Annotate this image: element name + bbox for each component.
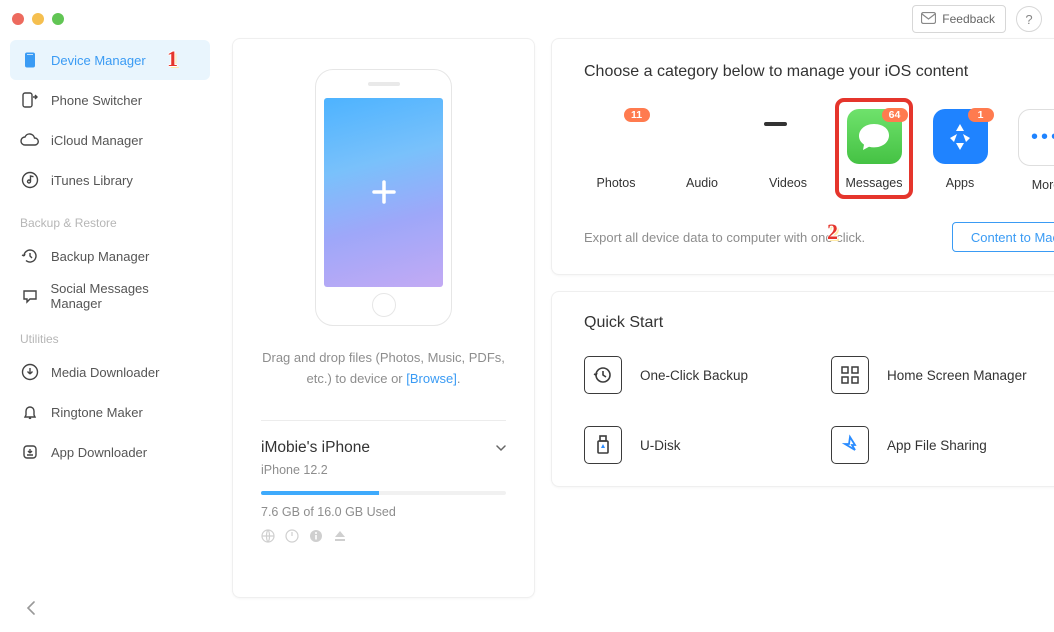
more-icon: •••: [1018, 109, 1054, 166]
feedback-label: Feedback: [942, 12, 995, 26]
sidebar-item-itunes[interactable]: iTunes Library: [10, 160, 210, 200]
callout-step-2: 2: [827, 219, 838, 245]
badge: 64: [882, 108, 908, 122]
quickstart-home-screen[interactable]: Home Screen Manager: [831, 356, 1054, 394]
sidebar-item-device-manager[interactable]: Device Manager 1: [10, 40, 210, 80]
app-body: Device Manager 1 Phone Switcher iCloud M…: [0, 38, 1054, 598]
category-apps[interactable]: 1 Apps: [928, 105, 992, 192]
help-button[interactable]: ?: [1016, 6, 1042, 32]
videos-icon: [761, 109, 816, 164]
audio-icon: [675, 109, 730, 164]
device-name: iMobie's iPhone: [261, 439, 370, 457]
usb-icon: [584, 426, 622, 464]
browse-link[interactable]: [Browse]: [406, 371, 457, 386]
storage-bar: [261, 491, 506, 496]
sidebar-section-backup: Backup & Restore: [10, 200, 210, 236]
close-window-button[interactable]: [12, 13, 24, 25]
category-photos[interactable]: 11 Photos: [584, 105, 648, 192]
share-icon: [831, 426, 869, 464]
add-content-button[interactable]: [324, 98, 443, 287]
sidebar-item-ringtone-maker[interactable]: Ringtone Maker: [10, 392, 210, 432]
sidebar-item-app-downloader[interactable]: App Downloader: [10, 432, 210, 472]
chat-icon: [20, 287, 40, 305]
zoom-window-button[interactable]: [52, 13, 64, 25]
apps-icon: 1: [933, 109, 988, 164]
divider: [261, 420, 506, 421]
content-to-mac-button[interactable]: Content to Mac: [952, 222, 1054, 252]
categories-grid: 11 Photos Audio Videos: [584, 105, 1054, 192]
sidebar-item-icloud[interactable]: iCloud Manager: [10, 120, 210, 160]
sidebar-item-media-downloader[interactable]: Media Downloader: [10, 352, 210, 392]
sidebar-label: Social Messages Manager: [51, 281, 200, 311]
quickstart-one-click-backup[interactable]: One-Click Backup: [584, 356, 831, 394]
sidebar-item-social-messages[interactable]: Social Messages Manager: [10, 276, 210, 316]
device-os: iPhone 12.2: [261, 463, 506, 477]
category-videos[interactable]: Videos: [756, 105, 820, 192]
info-icon: [309, 529, 323, 546]
switch-icon: [20, 91, 40, 109]
category-more[interactable]: ••• More: [1014, 105, 1054, 192]
history-icon: [20, 247, 40, 265]
sidebar-label: iTunes Library: [51, 173, 133, 188]
badge: 1: [968, 108, 994, 122]
cloud-icon: [20, 133, 40, 147]
back-button[interactable]: [26, 599, 36, 620]
sidebar-label: Ringtone Maker: [51, 405, 143, 420]
storage-label: 7.6 GB of 16.0 GB Used: [261, 505, 506, 519]
sidebar-label: Device Manager: [51, 53, 146, 68]
backup-icon: [584, 356, 622, 394]
grid-icon: [831, 356, 869, 394]
minimize-window-button[interactable]: [32, 13, 44, 25]
feedback-button[interactable]: Feedback: [912, 5, 1006, 33]
plus-icon: [371, 172, 397, 214]
sidebar-section-utilities: Utilities: [10, 316, 210, 352]
sidebar-item-phone-switcher[interactable]: Phone Switcher: [10, 80, 210, 120]
photos-icon: 11: [589, 109, 644, 164]
mail-icon: [921, 12, 936, 27]
window-controls: [12, 13, 64, 25]
sidebar-item-backup-manager[interactable]: Backup Manager: [10, 236, 210, 276]
bell-icon: [20, 403, 40, 421]
quick-start-title: Quick Start: [584, 314, 1054, 332]
messages-icon: 64: [847, 109, 902, 164]
device-illustration[interactable]: [315, 69, 452, 326]
badge: 11: [624, 108, 650, 122]
drop-hint: Drag and drop files (Photos, Music, PDFs…: [261, 348, 506, 390]
storage-fill: [261, 491, 379, 496]
download-icon: [20, 363, 40, 381]
sidebar-label: App Downloader: [51, 445, 147, 460]
sidebar-label: iCloud Manager: [51, 133, 143, 148]
export-label: Export all device data to computer with …: [584, 230, 865, 245]
eject-icon[interactable]: [333, 529, 347, 546]
device-icon: [20, 51, 40, 69]
sidebar-label: Phone Switcher: [51, 93, 142, 108]
sidebar-label: Media Downloader: [51, 365, 159, 380]
categories-title: Choose a category below to manage your i…: [584, 63, 1054, 81]
globe-icon: [261, 529, 275, 546]
quickstart-app-file-sharing[interactable]: App File Sharing: [831, 426, 1054, 464]
chevron-down-icon: [496, 439, 506, 457]
power-icon: [285, 529, 299, 546]
sidebar: Device Manager 1 Phone Switcher iCloud M…: [4, 38, 216, 598]
music-icon: [20, 171, 40, 189]
titlebar: Feedback ?: [0, 0, 1054, 38]
device-panel: Drag and drop files (Photos, Music, PDFs…: [232, 38, 535, 598]
category-messages[interactable]: 64 Messages: [842, 105, 906, 192]
callout-step-1: 1: [167, 46, 178, 72]
device-name-row[interactable]: iMobie's iPhone: [261, 439, 506, 457]
quickstart-udisk[interactable]: U-Disk: [584, 426, 831, 464]
category-audio[interactable]: Audio: [670, 105, 734, 192]
quick-start-panel: Quick Start One-Click Backup Home Screen…: [551, 291, 1054, 487]
sidebar-label: Backup Manager: [51, 249, 149, 264]
categories-panel: Choose a category below to manage your i…: [551, 38, 1054, 275]
status-icons: [261, 529, 506, 546]
app-icon: [20, 443, 40, 461]
